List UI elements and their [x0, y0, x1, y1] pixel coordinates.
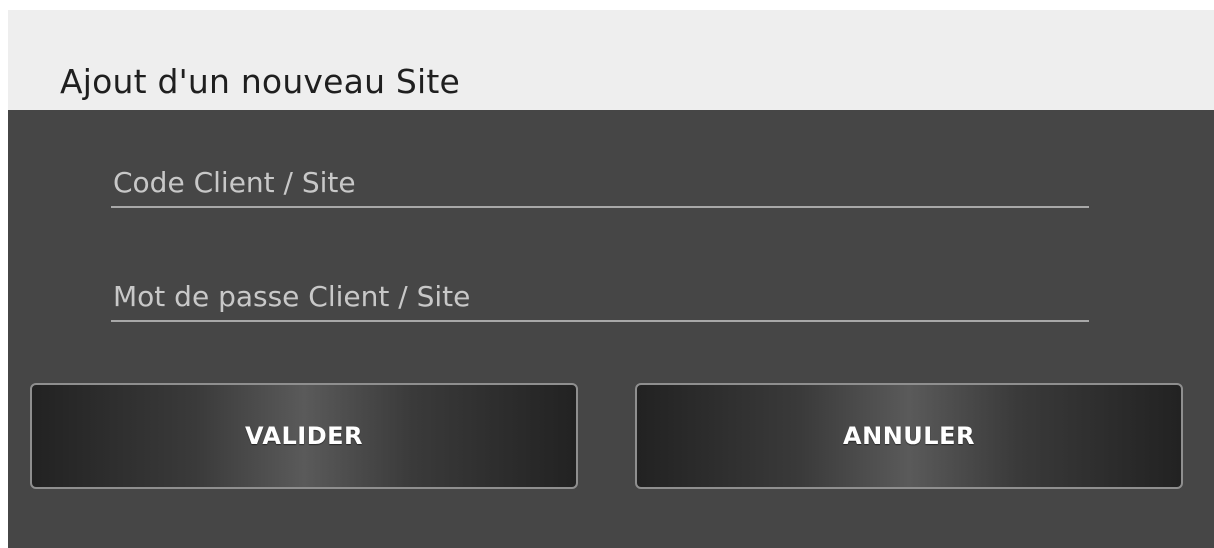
annuler-button[interactable]: ANNULER: [635, 383, 1183, 489]
valider-button[interactable]: VALIDER: [30, 383, 578, 489]
client-site-password-field: [111, 262, 1089, 322]
add-site-dialog: Ajout d'un nouveau Site VALIDER ANNULER: [8, 10, 1214, 548]
annuler-button-label: ANNULER: [843, 422, 975, 450]
client-site-code-input[interactable]: [111, 148, 1089, 206]
dialog-header: Ajout d'un nouveau Site: [8, 10, 1214, 110]
dialog-title: Ajout d'un nouveau Site: [60, 62, 461, 101]
client-site-code-field: [111, 148, 1089, 208]
valider-button-label: VALIDER: [244, 422, 364, 450]
client-site-password-input[interactable]: [111, 262, 1089, 320]
